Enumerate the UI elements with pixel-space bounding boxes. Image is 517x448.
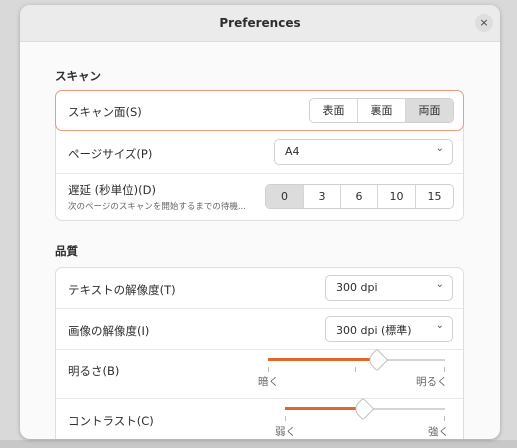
delay-option-0[interactable]: 0 <box>266 185 304 208</box>
delay-option-15[interactable]: 15 <box>416 185 453 208</box>
brightness-slider-fill <box>268 358 374 361</box>
contrast-tick-min <box>285 416 286 421</box>
text-resolution-dropdown[interactable]: 300 dpi ⌄ <box>325 275 453 301</box>
brightness-tick-min <box>268 367 269 372</box>
contrast-label: コントラスト(C) <box>68 414 154 428</box>
scan-card: スキャン面(S) 表面 裏面 両面 ページサイズ(P) A4 ⌄ 遅延 (秒単位… <box>55 90 464 221</box>
scan-side-front-button[interactable]: 表面 <box>310 99 358 122</box>
image-resolution-dropdown[interactable]: 300 dpi (標準) ⌄ <box>325 316 453 342</box>
contrast-slider-thumb[interactable] <box>351 397 375 421</box>
text-resolution-label: テキストの解像度(T) <box>68 283 176 297</box>
brightness-min-label: 暗く <box>258 376 279 388</box>
delay-row: 遅延 (秒単位)(D) 次のページのスキャンを開始するまでの待機... 0 3 … <box>56 174 463 221</box>
brightness-max-label: 明るく <box>416 376 448 388</box>
close-icon: × <box>479 16 489 29</box>
delay-option-10[interactable]: 10 <box>378 185 416 208</box>
contrast-slider-fill <box>285 407 365 410</box>
delay-label: 遅延 (秒単位)(D) <box>68 183 156 197</box>
delay-option-6[interactable]: 6 <box>341 185 378 208</box>
text-resolution-row: テキストの解像度(T) 300 dpi ⌄ <box>56 268 463 309</box>
window-title: Preferences <box>219 16 301 30</box>
brightness-label: 明るさ(B) <box>68 364 120 378</box>
delay-option-3[interactable]: 3 <box>304 185 341 208</box>
brightness-slider-thumb[interactable] <box>365 348 389 372</box>
contrast-tick-max <box>444 416 445 421</box>
desktop-backdrop <box>0 440 517 448</box>
page-size-label: ページサイズ(P) <box>68 147 153 161</box>
section-title-quality: 品質 <box>55 244 78 258</box>
titlebar: Preferences × <box>20 5 500 42</box>
brightness-row: 明るさ(B) 暗く 明るく <box>56 348 463 399</box>
delay-sublabel: 次のページのスキャンを開始するまでの待機... <box>68 202 246 212</box>
image-resolution-label: 画像の解像度(I) <box>68 324 150 338</box>
scan-side-selector: 表面 裏面 両面 <box>309 98 454 123</box>
page-size-dropdown[interactable]: A4 ⌄ <box>274 139 453 165</box>
contrast-max-label: 強く <box>428 426 449 438</box>
section-title-scan: スキャン <box>55 69 101 83</box>
scan-side-row: スキャン面(S) 表面 裏面 両面 <box>55 90 464 131</box>
scan-side-back-button[interactable]: 裏面 <box>358 99 406 122</box>
preferences-content: スキャン スキャン面(S) 表面 裏面 両面 ページサイズ(P) A4 ⌄ 遅延… <box>20 43 500 439</box>
contrast-min-label: 弱く <box>275 426 296 438</box>
page-size-value: A4 <box>285 145 300 158</box>
chevron-down-icon: ⌄ <box>435 143 444 154</box>
close-button[interactable]: × <box>475 14 493 32</box>
chevron-down-icon: ⌄ <box>435 279 444 290</box>
image-resolution-value: 300 dpi (標準) <box>336 324 412 337</box>
page-size-row: ページサイズ(P) A4 ⌄ <box>56 131 463 174</box>
chevron-down-icon: ⌄ <box>435 320 444 331</box>
brightness-tick-max <box>444 367 445 372</box>
contrast-row: コントラスト(C) 弱く 強く <box>56 397 463 439</box>
image-resolution-row: 画像の解像度(I) 300 dpi (標準) ⌄ <box>56 309 463 350</box>
quality-card: テキストの解像度(T) 300 dpi ⌄ 画像の解像度(I) 300 dpi … <box>55 267 464 439</box>
delay-selector: 0 3 6 10 15 <box>265 184 454 209</box>
preferences-window: Preferences × スキャン スキャン面(S) 表面 裏面 両面 ページ… <box>20 5 500 439</box>
scan-side-both-button[interactable]: 両面 <box>406 99 453 122</box>
scan-side-label: スキャン面(S) <box>68 105 142 119</box>
brightness-tick-mid <box>355 367 356 372</box>
text-resolution-value: 300 dpi <box>336 281 378 294</box>
